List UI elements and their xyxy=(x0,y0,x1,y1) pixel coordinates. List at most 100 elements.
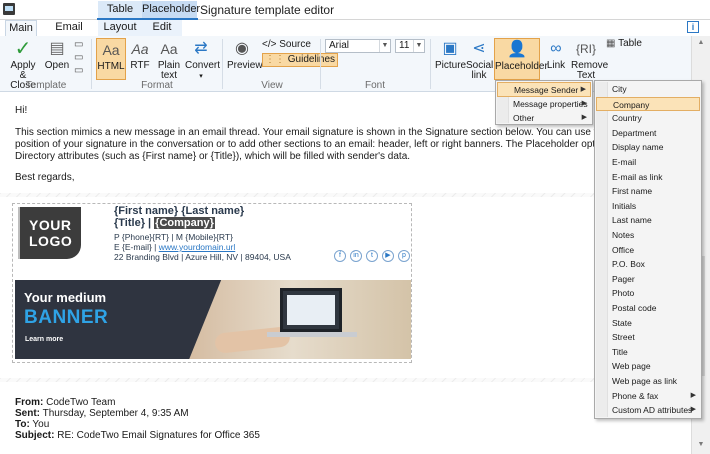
insert-table-button[interactable]: ▦ Table xyxy=(606,38,642,50)
separator xyxy=(430,39,431,89)
chevron-down-icon: ▼ xyxy=(379,40,390,52)
menu-item-message-properties[interactable]: Message properties ▶ xyxy=(497,97,591,112)
signature-email-line: E {E-mail} | www.yourdomain.url xyxy=(114,242,236,252)
preview-button[interactable]: ◉ Preview xyxy=(227,38,263,80)
submenu-item-photo[interactable]: Photo xyxy=(596,286,700,301)
remove-text-tag-button[interactable]: {RI} Remove Text tag xyxy=(571,38,608,91)
editor-area[interactable]: Hi! This section mimics a new message in… xyxy=(0,93,691,454)
chevron-down-icon: ▼ xyxy=(413,40,424,52)
save-icon[interactable]: ▭ xyxy=(74,52,83,64)
body-line: position of your signature in the conver… xyxy=(15,139,685,150)
link-icon: ∞ xyxy=(550,40,562,57)
tab-main[interactable]: Main xyxy=(5,20,37,36)
open-button[interactable]: ▤ Open xyxy=(44,38,70,80)
submenu-item-last-name[interactable]: Last name xyxy=(596,213,700,228)
submenu-arrow-icon: ▶ xyxy=(581,99,587,107)
separator xyxy=(222,39,223,89)
tab-email-layout[interactable]: Email layout xyxy=(40,20,98,48)
submenu-item-web-page-as-link[interactable]: Web page as link xyxy=(596,374,700,389)
pinterest-icon[interactable]: p xyxy=(398,250,410,262)
company-logo: YOUR LOGO xyxy=(18,207,81,259)
submenu-item-phone-fax[interactable]: Phone & fax ▶ xyxy=(596,389,700,404)
view-group-label: View xyxy=(261,80,283,91)
remove-tag-icon: {RI} xyxy=(575,42,596,56)
submenu-item-web-page[interactable]: Web page xyxy=(596,359,700,374)
text-aa-icon: Aa xyxy=(102,42,120,58)
new-icon[interactable]: ▭ xyxy=(74,39,83,51)
help-icon[interactable]: i xyxy=(687,21,699,33)
twitter-icon[interactable]: t xyxy=(366,250,378,262)
submenu-item-title[interactable]: Title xyxy=(596,345,700,360)
submenu-item-office[interactable]: Office xyxy=(596,243,700,258)
picture-button[interactable]: ▣ Picture xyxy=(435,38,466,80)
separator xyxy=(320,39,321,89)
submenu-item-custom-ad-attributes[interactable]: Custom AD attributes ▶ xyxy=(596,403,700,418)
separator xyxy=(91,39,92,89)
signature-name: {First name} {Last name} xyxy=(114,205,245,217)
submenu-item-e-mail-as-link[interactable]: E-mail as link xyxy=(596,170,700,185)
template-group-label: Template xyxy=(25,80,67,91)
banner-photo-laptop xyxy=(280,288,342,332)
rtf-format-button[interactable]: Aa RTF xyxy=(128,38,152,80)
person-icon: 👤 xyxy=(507,41,527,58)
submenu-item-department[interactable]: Department xyxy=(596,126,700,141)
youtube-icon[interactable]: ▶ xyxy=(382,250,394,262)
submenu-item-company[interactable]: Company xyxy=(596,96,700,112)
submenu-item-street[interactable]: Street xyxy=(596,330,700,345)
context-tab-table[interactable]: Table xyxy=(98,1,142,18)
banner-learn-more[interactable]: Learn more xyxy=(25,336,63,343)
font-size-select[interactable]: 11 ▼ xyxy=(395,39,425,53)
website-link[interactable]: www.yourdomain.url xyxy=(159,242,236,252)
source-button[interactable]: </> Source xyxy=(262,39,311,51)
plain-text-format-button[interactable]: Aa Plain text xyxy=(155,38,183,81)
placeholder-button[interactable]: 👤 Placeholder xyxy=(494,38,548,80)
code-icon: </> xyxy=(262,39,277,50)
html-format-button[interactable]: Aa HTML xyxy=(96,38,126,80)
section-divider xyxy=(0,378,691,382)
social-link-button[interactable]: ⋖ Social link xyxy=(466,38,493,81)
linkedin-icon[interactable]: in xyxy=(350,250,362,262)
apply-close-button[interactable]: ✓ Apply & Close xyxy=(6,38,40,91)
facebook-icon[interactable]: f xyxy=(334,250,346,262)
medium-banner[interactable]: Your medium BANNER Learn more xyxy=(15,280,411,359)
save-as-icon[interactable]: ▭ xyxy=(74,65,83,77)
submenu-item-pager[interactable]: Pager xyxy=(596,272,700,287)
context-tab-placeholder[interactable]: Placeholder xyxy=(142,1,200,18)
window-title: Signature template editor xyxy=(200,3,335,17)
submenu-item-postal-code[interactable]: Postal code xyxy=(596,301,700,316)
submenu-item-state[interactable]: State xyxy=(596,316,700,331)
body-line: Directory attributes (such as {First nam… xyxy=(15,151,411,162)
menu-item-message-sender[interactable]: Message Sender ▶ xyxy=(497,82,591,97)
font-group-label: Font xyxy=(364,80,385,91)
submenu-item-city[interactable]: City xyxy=(596,82,700,97)
tab-layout[interactable]: Layout xyxy=(98,20,142,36)
submenu-item-initials[interactable]: Initials xyxy=(596,199,700,214)
submenu-item-e-mail[interactable]: E-mail xyxy=(596,155,700,170)
placeholder-menu: Message Sender ▶ Message properties ▶ Othe… xyxy=(495,80,593,125)
submenu-item-notes[interactable]: Notes xyxy=(596,228,700,243)
scroll-down-icon[interactable]: ▼ xyxy=(697,441,705,449)
signature-address: 22 Branding Blvd | Azure Hill, NV | 8940… xyxy=(114,252,291,262)
font-name-select[interactable]: Arial ▼ xyxy=(325,39,391,53)
checkmark-icon: ✓ xyxy=(14,38,32,60)
submenu-item-country[interactable]: Country xyxy=(596,111,700,126)
submenu-item-p-o-box[interactable]: P.O. Box xyxy=(596,257,700,272)
guidelines-button[interactable]: ⋮⋮ Guidelines xyxy=(262,53,339,67)
banner-photo-laptop-base xyxy=(267,332,357,337)
chevron-down-icon: ▾ xyxy=(199,73,203,80)
folder-document-icon: ▤ xyxy=(49,40,65,57)
title-bar: Table Placeholder Signature template edi… xyxy=(0,0,710,20)
submenu-item-first-name[interactable]: First name xyxy=(596,184,700,199)
app-icon xyxy=(3,3,15,15)
tab-edit[interactable]: Edit xyxy=(142,20,182,36)
submenu-arrow-icon: ▶ xyxy=(581,114,587,122)
convert-button[interactable]: ⇄ Convert ▾ xyxy=(185,38,220,80)
link-button[interactable]: ∞ Link xyxy=(544,38,568,80)
menu-item-other[interactable]: Other ▶ xyxy=(497,111,591,126)
submenu-item-display-name[interactable]: Display name xyxy=(596,140,700,155)
table-icon: ▦ xyxy=(606,38,616,49)
company-placeholder[interactable]: {Company} xyxy=(154,217,215,229)
scroll-up-icon[interactable]: ▲ xyxy=(697,39,705,47)
convert-arrows-icon: ⇄ xyxy=(194,40,208,57)
submenu-arrow-icon: ▶ xyxy=(690,406,696,414)
